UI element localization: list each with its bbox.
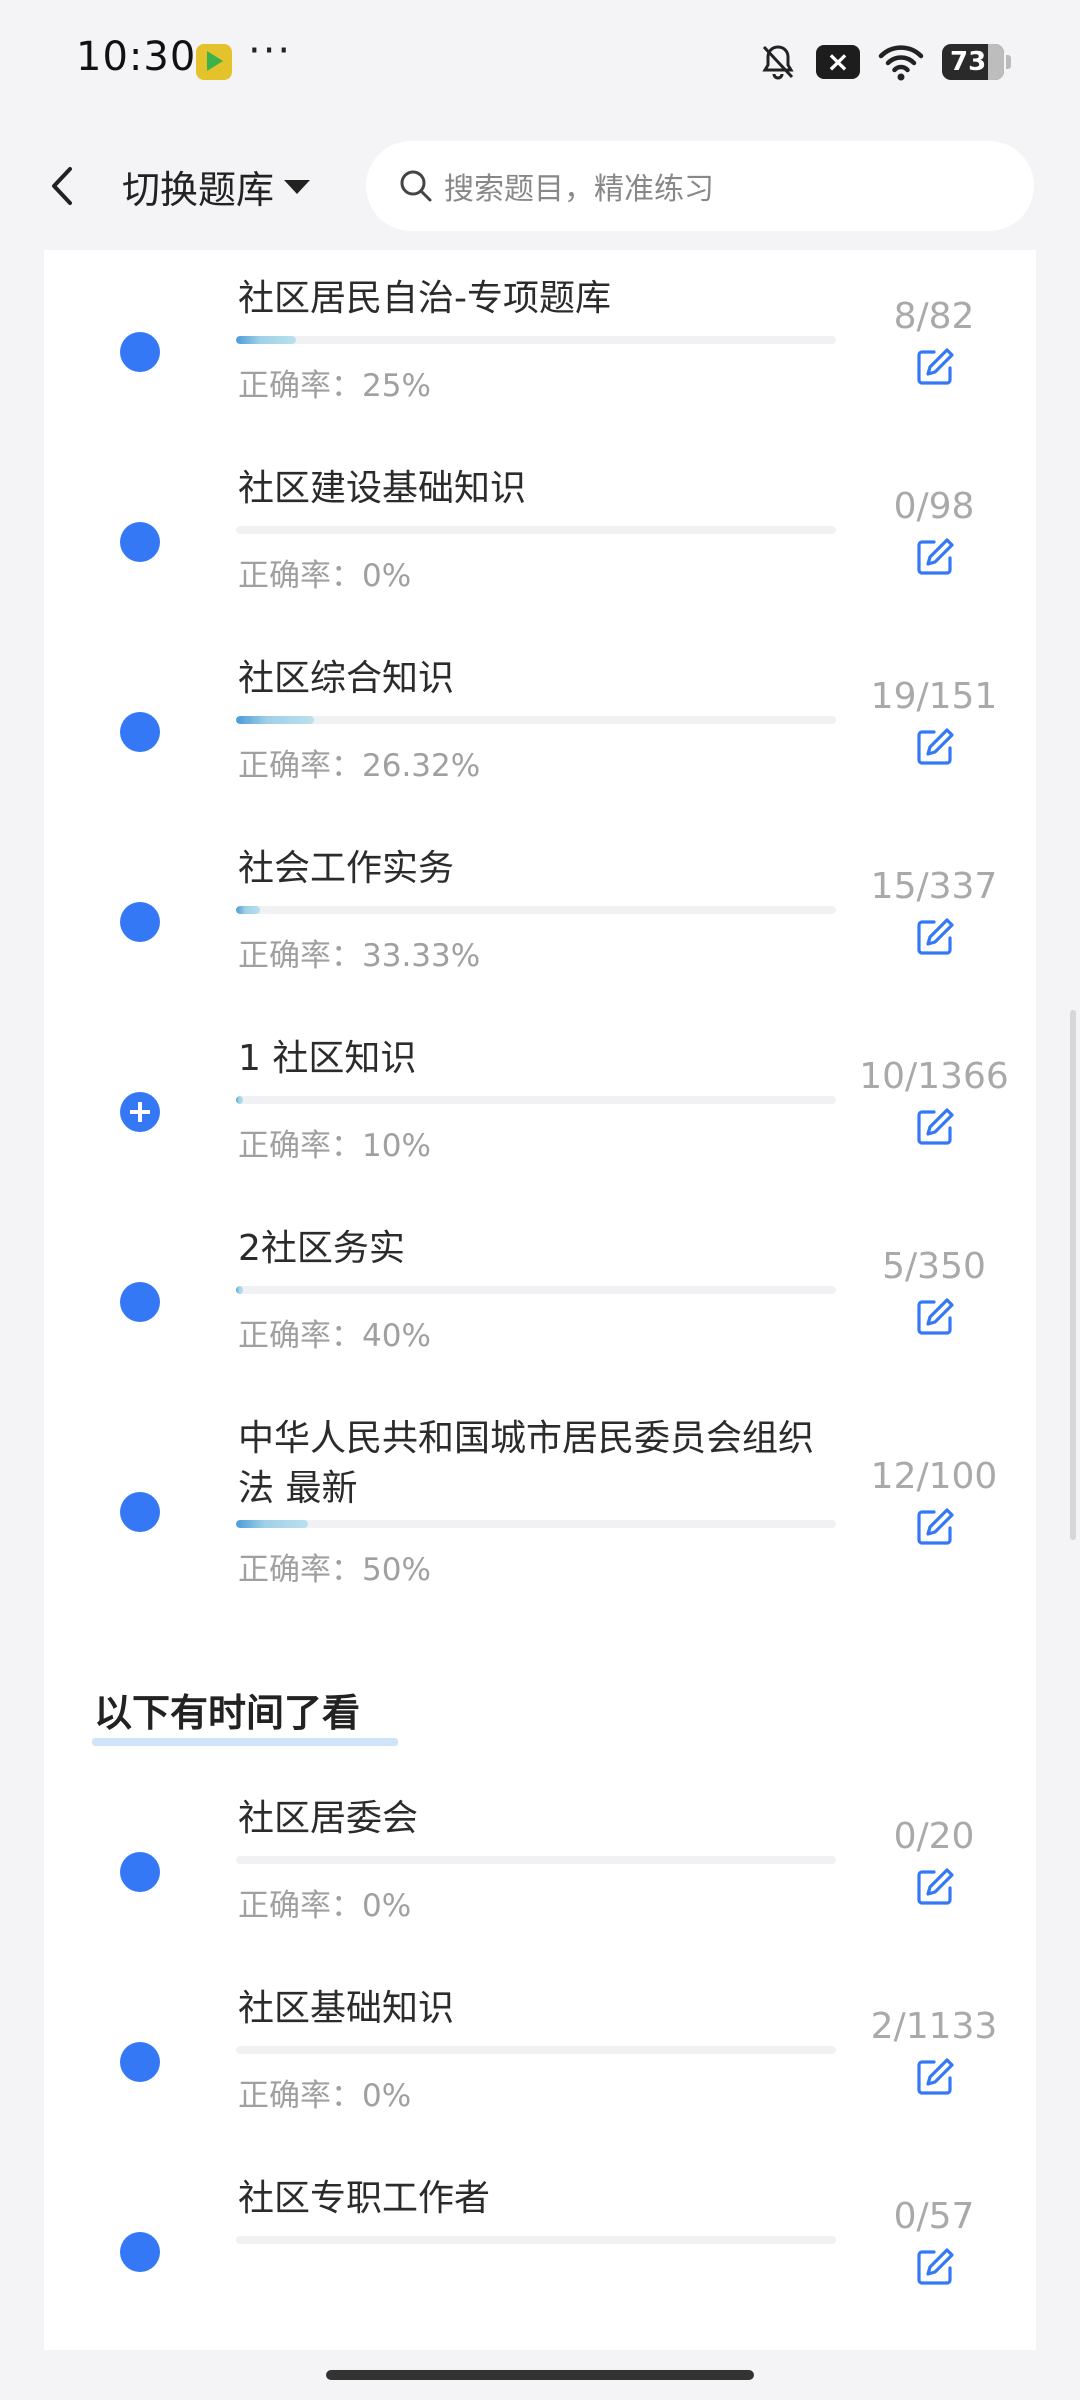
question-bank-list: 正确率：24.14% 27/270 社区居民自治-专项题库 正确率：25% 8/…: [44, 150, 1036, 2350]
more-notifications-icon: ···: [248, 28, 293, 74]
bell-muted-icon: [762, 45, 794, 80]
status-bar: 10:30 ··· × 73: [0, 0, 1080, 125]
accuracy-text: 正确率：0%: [238, 2078, 412, 2114]
search-input[interactable]: 搜索题目，精准练习: [366, 141, 1034, 231]
wifi-icon: [878, 45, 924, 81]
back-icon[interactable]: [42, 161, 82, 211]
top-nav-bar: 切换题库 搜索题目，精准练习: [0, 125, 1080, 250]
edit-icon[interactable]: [914, 916, 956, 958]
list-item[interactable]: 社会工作实务 正确率：33.33% 15/337: [44, 826, 1036, 1016]
battery-icon: 73: [942, 44, 1011, 80]
accuracy-text: 正确率：0%: [238, 558, 412, 594]
status-dot-icon: [120, 2042, 160, 2082]
list-item[interactable]: 社区居委会 正确率：0% 0/20: [44, 1776, 1036, 1966]
progress-bar: [236, 2236, 836, 2244]
item-title: 中华人民共和国城市居民委员会组织法 最新: [238, 1418, 815, 1509]
accuracy-text: 正确率：40%: [238, 1318, 431, 1354]
progress-count: 19/151: [870, 676, 998, 717]
list-item[interactable]: 社区基础知识 正确率：0% 2/1133: [44, 1966, 1036, 2156]
search-placeholder: 搜索题目，精准练习: [444, 172, 714, 207]
accuracy-text: 正确率：25%: [238, 368, 431, 404]
progress-bar: [236, 1096, 836, 1104]
status-dot-icon: [120, 1282, 160, 1322]
close-notification-icon: ×: [816, 45, 860, 79]
app-notification-icon: [196, 44, 232, 80]
home-indicator[interactable]: [326, 2370, 754, 2380]
status-dot-icon: [120, 522, 160, 562]
progress-bar: [236, 716, 836, 724]
list-item[interactable]: 2社区务实 正确率：40% 5/350: [44, 1206, 1036, 1396]
progress-count: 2/1133: [870, 2006, 998, 2047]
accuracy-text: 正确率：33.33%: [238, 938, 481, 974]
switch-question-bank-button[interactable]: 切换题库: [122, 159, 311, 214]
item-title: 社区专职工作者: [238, 2178, 491, 2219]
edit-icon[interactable]: [914, 1866, 956, 1908]
edit-icon[interactable]: [914, 726, 956, 768]
item-title: 社区综合知识: [238, 658, 455, 699]
list-item[interactable]: 社区专职工作者 0/57: [44, 2156, 1036, 2346]
item-title: 社区基础知识: [238, 1988, 455, 2029]
item-title: 1 社区知识: [238, 1038, 417, 1079]
accuracy-text: 正确率：0%: [238, 1888, 412, 1924]
status-dot-icon: [120, 1852, 160, 1892]
edit-icon[interactable]: [914, 2246, 956, 2288]
item-title: 社区居民自治-专项题库: [238, 278, 611, 319]
accuracy-text: 正确率：10%: [238, 1128, 431, 1164]
status-dot-icon: [120, 1492, 160, 1532]
item-title: 社会工作实务: [238, 848, 455, 889]
progress-bar: [236, 526, 836, 534]
edit-icon[interactable]: [914, 536, 956, 578]
progress-count: 10/1366: [859, 1056, 1009, 1097]
progress-count: 5/350: [882, 1246, 986, 1287]
scrollbar[interactable]: [1070, 1010, 1076, 1540]
status-dot-icon: [120, 2232, 160, 2272]
progress-bar: [236, 1856, 836, 1864]
status-dot-icon: [120, 712, 160, 752]
edit-icon[interactable]: [914, 1506, 956, 1548]
item-title: 社区居委会: [238, 1798, 419, 1839]
progress-bar: [236, 1520, 836, 1528]
item-title: 社区建设基础知识: [238, 468, 527, 509]
accuracy-text: 正确率：50%: [238, 1552, 431, 1588]
progress-count: 12/100: [870, 1456, 998, 1497]
battery-level: 73: [950, 47, 987, 77]
section-title: 以下有时间了看: [94, 1691, 361, 1735]
edit-icon[interactable]: [914, 346, 956, 388]
caret-down-icon: [284, 179, 311, 194]
list-item[interactable]: 中华人民共和国城市居民委员会组织法 最新 正确率：50% 12/100: [44, 1396, 1036, 1636]
list-item[interactable]: 1 社区知识 正确率：10% 10/1366: [44, 1016, 1036, 1206]
edit-icon[interactable]: [914, 2056, 956, 2098]
progress-count: 8/82: [893, 296, 975, 337]
section-underline: [92, 1738, 398, 1746]
status-dot-icon: [120, 332, 160, 372]
switch-label: 切换题库: [122, 168, 275, 212]
status-time: 10:30: [76, 34, 197, 80]
list-item[interactable]: 社区居民自治-专项题库 正确率：25% 8/82: [44, 256, 1036, 446]
search-icon: [400, 170, 432, 202]
progress-count: 0/57: [893, 2196, 975, 2237]
status-dot-icon: [120, 902, 160, 942]
status-icons: × 73: [758, 38, 1011, 86]
progress-count: 0/98: [893, 486, 975, 527]
progress-bar: [236, 906, 836, 914]
item-title: 2社区务实: [238, 1228, 405, 1269]
add-circle-icon[interactable]: [120, 1092, 160, 1132]
progress-bar: [236, 2046, 836, 2054]
progress-bar: [236, 1286, 836, 1294]
progress-bar: [236, 336, 836, 344]
list-item[interactable]: 社区建设基础知识 正确率：0% 0/98: [44, 446, 1036, 636]
progress-count: 0/20: [893, 1816, 975, 1857]
progress-count: 15/337: [870, 866, 998, 907]
edit-icon[interactable]: [914, 1106, 956, 1148]
edit-icon[interactable]: [914, 1296, 956, 1338]
list-item[interactable]: 社区综合知识 正确率：26.32% 19/151: [44, 636, 1036, 826]
accuracy-text: 正确率：26.32%: [238, 748, 481, 784]
